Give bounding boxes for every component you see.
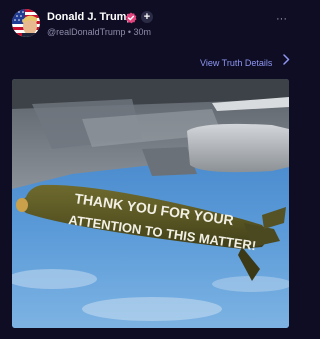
handle[interactable]: @realDonaldTrump xyxy=(47,27,125,37)
chevron-right-icon xyxy=(283,54,290,65)
post-meta: @realDonaldTrump • 30m xyxy=(47,27,151,37)
meta-separator: • xyxy=(127,27,132,37)
author-name[interactable]: Donald J. Trump xyxy=(47,11,133,23)
american-flag-avatar-icon xyxy=(12,9,40,37)
truth-post: Donald J. Trump + @realDonaldTrump • 30m… xyxy=(0,0,300,339)
verified-badge-icon xyxy=(125,11,137,24)
post-time[interactable]: 30m xyxy=(134,27,152,37)
view-truth-details-link[interactable]: View Truth Details xyxy=(200,53,292,68)
plus-icon[interactable]: + xyxy=(141,11,153,23)
view-truth-details-label: View Truth Details xyxy=(200,58,273,68)
more-dots-icon[interactable]: ··· xyxy=(276,14,287,25)
bomb-under-aircraft-image: THANK YOU FOR YOUR ATTENTION TO THIS MAT… xyxy=(12,79,289,328)
post-image[interactable]: THANK YOU FOR YOUR ATTENTION TO THIS MAT… xyxy=(12,79,289,328)
avatar[interactable] xyxy=(12,9,40,37)
